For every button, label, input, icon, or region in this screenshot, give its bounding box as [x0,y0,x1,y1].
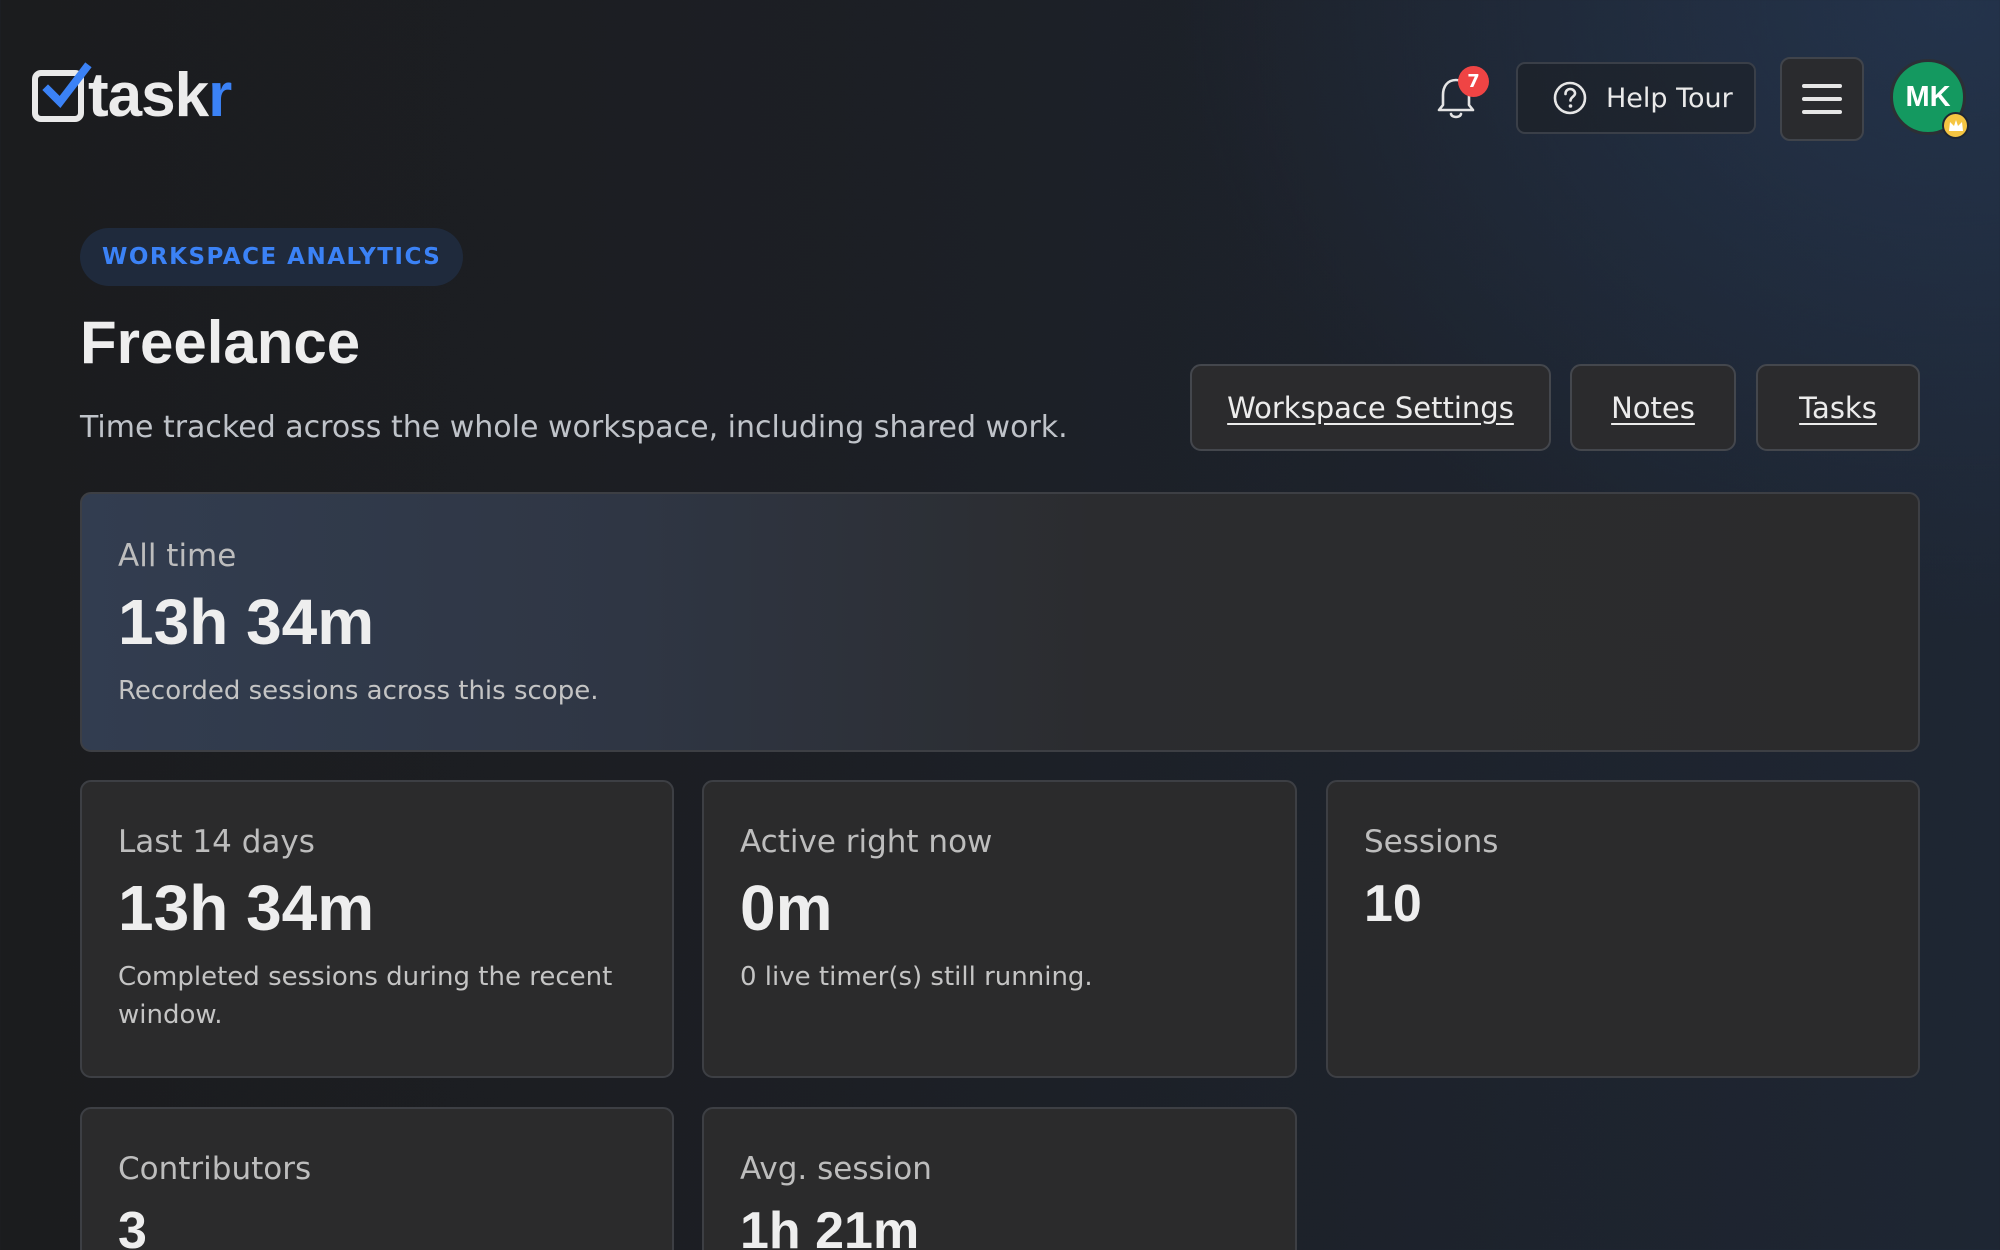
logo-wordmark: taskr [88,65,232,127]
last-14-days-card: Last 14 days 13h 34m Completed sessions … [80,780,674,1078]
all-time-card: All time 13h 34m Recorded sessions acros… [80,492,1920,752]
stat-description: Completed sessions during the recent win… [118,962,613,1030]
contributors-card: Contributors 3 [80,1107,674,1250]
logo-text-accent: r [208,61,232,130]
stat-value: 13h 34m [118,586,375,658]
help-tour-button[interactable]: Help Tour [1516,62,1756,134]
stat-label: Last 14 days [118,824,315,860]
stat-value: 10 [1364,875,1422,933]
stat-label: Active right now [740,824,993,860]
stat-value: 13h 34m [118,872,375,944]
stat-value: 1h 21m [740,1202,920,1250]
tasks-button[interactable]: Tasks [1756,364,1920,451]
question-circle-icon [1553,81,1587,115]
page-subtitle: Time tracked across the whole workspace,… [80,410,1068,445]
taskr-logo[interactable]: taskr [32,62,232,127]
stat-value: 3 [118,1202,147,1250]
hamburger-menu-button[interactable] [1780,57,1864,141]
stat-description: 0 live timer(s) still running. [740,962,1093,992]
logo-text-main: task [88,61,209,130]
notes-button[interactable]: Notes [1570,364,1736,451]
hamburger-line [1802,84,1842,88]
stat-label: Avg. session [740,1151,932,1187]
notification-count-badge: 7 [1458,66,1489,97]
sessions-card: Sessions 10 [1326,780,1920,1078]
help-tour-label: Help Tour [1606,82,1733,114]
avg-session-card: Avg. session 1h 21m [702,1107,1297,1250]
page-title: Freelance [80,309,361,376]
workspace-settings-button[interactable]: Workspace Settings [1190,364,1551,451]
stat-label: All time [118,538,237,574]
workspace-analytics-badge: WORKSPACE ANALYTICS [80,228,464,286]
hamburger-line [1802,110,1842,114]
stat-label: Sessions [1364,824,1499,860]
stat-label: Contributors [118,1151,312,1187]
stat-value: 0m [740,872,833,944]
stat-description: Recorded sessions across this scope. [118,676,599,706]
checkbox-logo-icon [32,62,92,122]
hamburger-line [1802,97,1842,101]
active-now-card: Active right now 0m 0 live timer(s) stil… [702,780,1297,1078]
crown-icon [1942,112,1969,139]
